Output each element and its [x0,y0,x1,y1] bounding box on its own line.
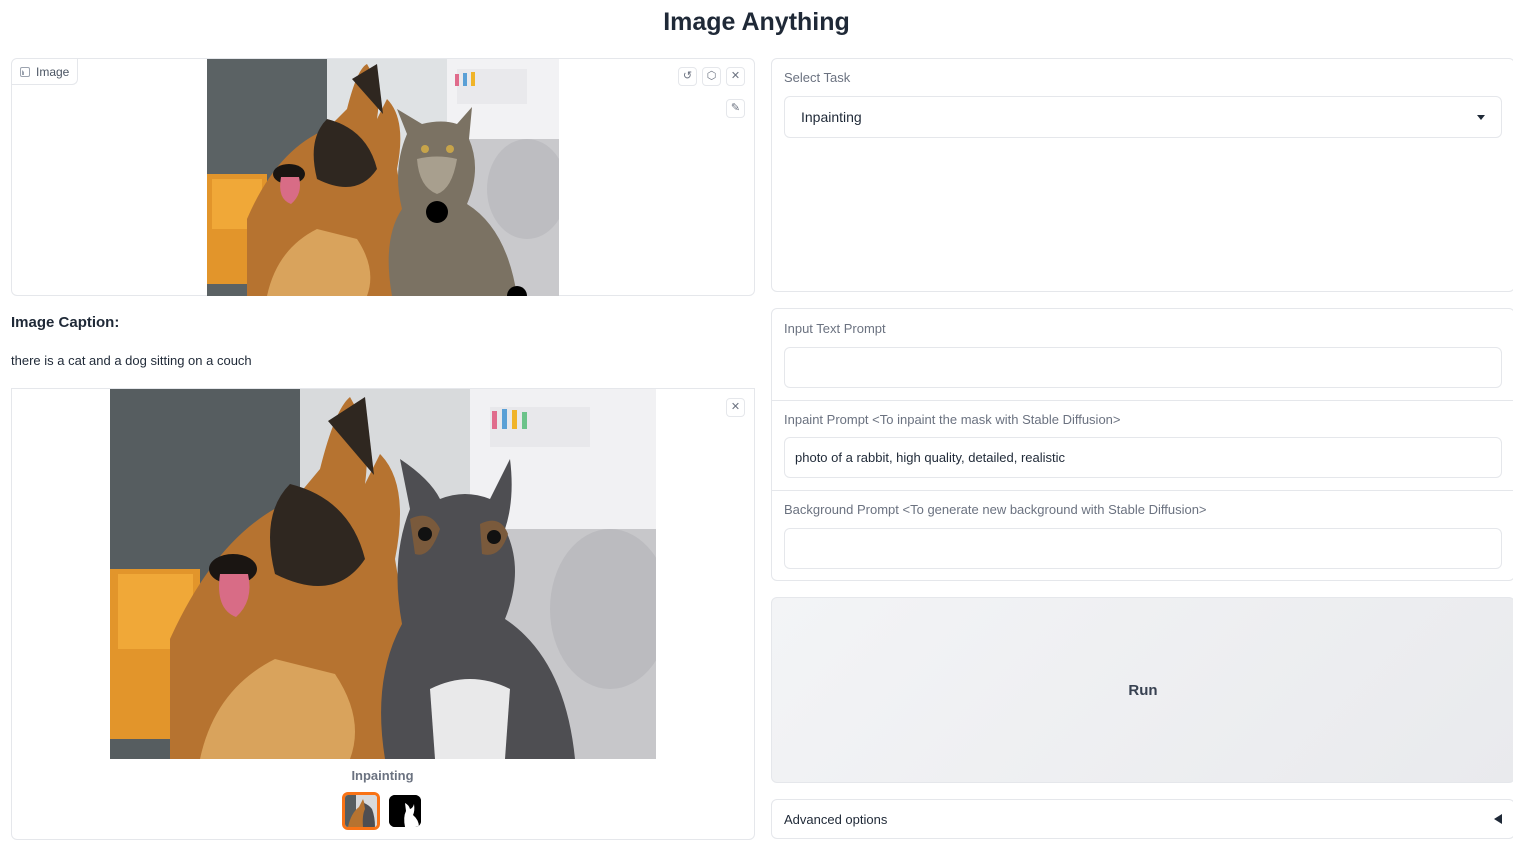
task-dropdown[interactable]: Inpainting [784,96,1502,138]
task-panel: Select Task Inpainting [771,58,1513,292]
close-icon[interactable]: ✕ [726,67,745,86]
advanced-options-accordion[interactable]: Advanced options [771,799,1513,839]
prompts-panel: Input Text Prompt Inpaint Prompt <To inp… [771,308,1513,581]
result-thumbnail[interactable] [342,792,380,830]
input-image[interactable] [207,59,559,296]
text-prompt-label: Input Text Prompt [784,321,886,336]
advanced-options-label: Advanced options [784,811,888,827]
gallery-label: Inpainting [351,768,414,783]
task-value: Inpainting [801,109,862,125]
divider [772,400,1513,401]
collapse-arrow-icon [1494,814,1502,824]
undo-icon[interactable]: ↺ [678,67,697,86]
task-label: Select Task [784,70,851,85]
image-icon [20,66,30,77]
page-title: Image Anything [663,8,850,36]
chevron-down-icon [1477,114,1485,120]
caption-label: Image Caption: [11,314,120,331]
image-input-panel[interactable]: Image ↺ ⬡ ✕ ✎ [11,58,755,296]
eraser-icon[interactable]: ⬡ [702,67,721,86]
inpaint-prompt-label: Inpaint Prompt <To inpaint the mask with… [784,412,1121,427]
close-icon[interactable]: ✕ [726,398,745,417]
inpaint-prompt-input[interactable]: photo of a rabbit, high quality, detaile… [784,437,1502,478]
divider [772,490,1513,491]
background-prompt-input[interactable] [784,528,1502,569]
image-label-chip: Image [12,59,79,85]
caption-text: there is a cat and a dog sitting on a co… [11,353,252,368]
text-prompt-input[interactable] [784,347,1502,388]
image-label: Image [36,64,70,79]
output-image[interactable] [110,389,656,759]
mask-thumbnail[interactable] [389,795,421,827]
run-button[interactable]: Run [771,597,1513,783]
brush-icon[interactable]: ✎ [726,99,745,118]
background-prompt-label: Background Prompt <To generate new backg… [784,502,1207,517]
